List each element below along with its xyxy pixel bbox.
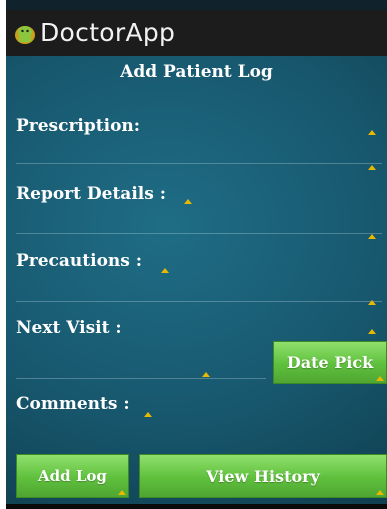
- prescription-input[interactable]: [16, 114, 382, 170]
- resize-handle-icon: [118, 490, 126, 495]
- next-visit-input[interactable]: [16, 318, 266, 380]
- bottom-edge: [6, 504, 387, 509]
- resize-handle-icon: [161, 268, 169, 273]
- resize-handle-icon: [202, 372, 210, 377]
- view-history-label: View History: [206, 466, 320, 486]
- resize-handle-icon: [368, 329, 376, 334]
- action-bar: DoctorApp: [6, 10, 387, 56]
- resize-handle-icon: [368, 130, 376, 135]
- add-log-label: Add Log: [38, 467, 107, 485]
- view-history-button[interactable]: View History: [139, 454, 387, 498]
- resize-handle-icon: [144, 412, 152, 417]
- date-pick-button[interactable]: Date Pick: [273, 341, 387, 384]
- resize-handle-icon: [376, 376, 384, 381]
- report-details-input[interactable]: [16, 181, 382, 239]
- date-pick-label: Date Pick: [286, 353, 374, 372]
- precautions-input[interactable]: [16, 249, 382, 305]
- app-title: DoctorApp: [40, 18, 176, 47]
- comments-input[interactable]: [16, 392, 382, 442]
- resize-handle-icon: [368, 300, 376, 305]
- add-log-button[interactable]: Add Log: [16, 454, 129, 498]
- resize-handle-icon: [368, 165, 376, 170]
- screen-title: Add Patient Log: [120, 62, 273, 82]
- android-icon: [15, 26, 35, 44]
- patient-log-screen: Add Patient Log Prescription: Report Det…: [6, 56, 387, 504]
- device-frame: DoctorApp Add Patient Log Prescription: …: [6, 0, 387, 509]
- resize-handle-icon: [184, 199, 192, 204]
- resize-handle-icon: [376, 490, 384, 495]
- resize-handle-icon: [368, 234, 376, 239]
